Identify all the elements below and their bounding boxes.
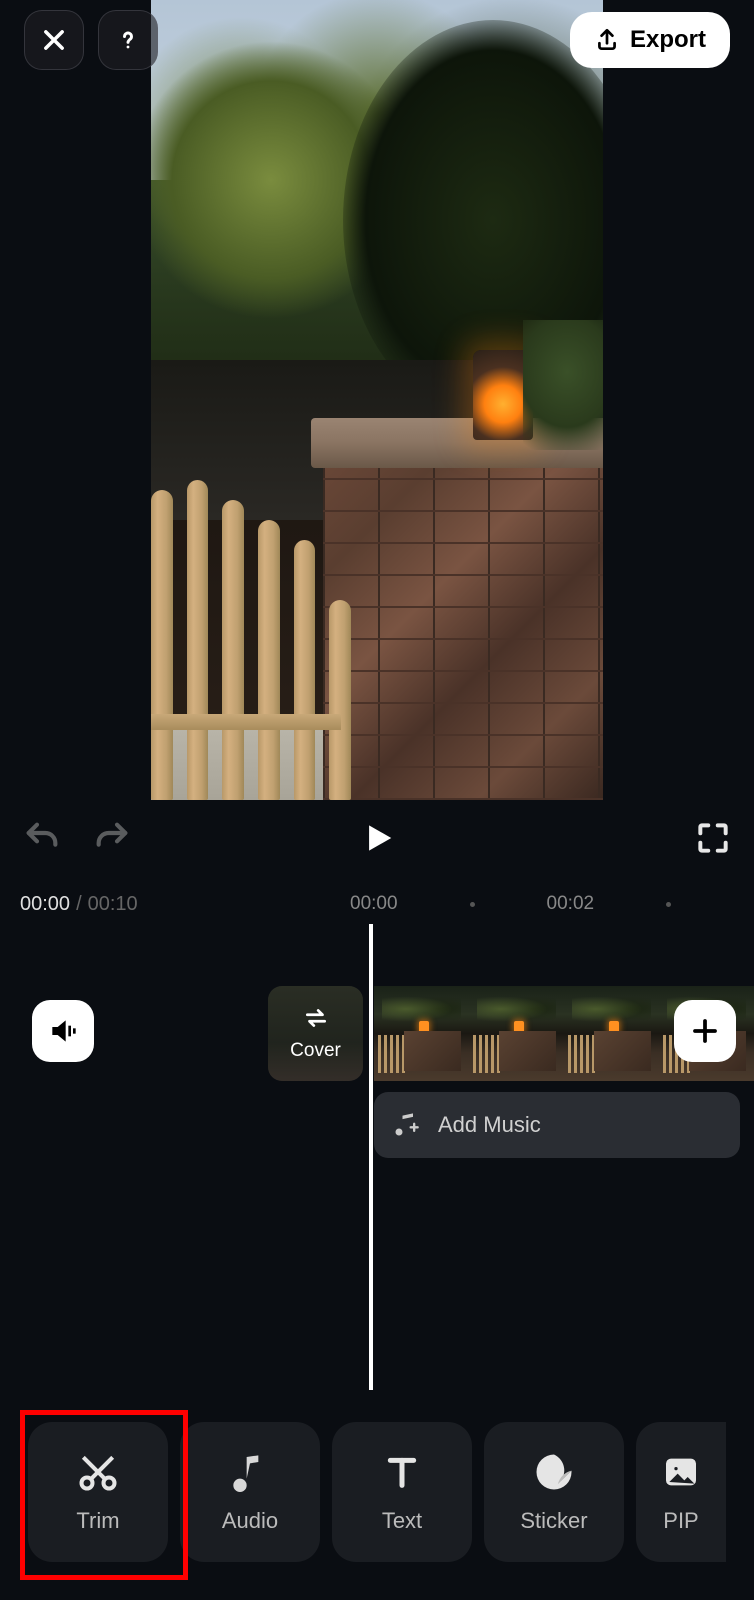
- time-total: 00:10: [88, 893, 138, 916]
- play-icon: [358, 819, 396, 857]
- tool-label: Trim: [76, 1508, 119, 1534]
- tool-sticker[interactable]: Sticker: [484, 1422, 624, 1562]
- preview-plant: [523, 320, 603, 450]
- tool-label: Text: [382, 1508, 422, 1534]
- music-plus-icon: [392, 1111, 420, 1139]
- timeline-area[interactable]: Cover Add Music: [0, 930, 754, 1390]
- video-preview[interactable]: [151, 0, 603, 800]
- text-icon: [380, 1450, 424, 1494]
- add-clip-button[interactable]: [674, 1000, 736, 1062]
- time-current: 00:00: [20, 893, 70, 916]
- mute-button[interactable]: [32, 1000, 94, 1062]
- help-icon: [114, 26, 142, 54]
- tool-label: Audio: [222, 1508, 278, 1534]
- fullscreen-icon: [694, 819, 732, 857]
- tool-text[interactable]: Text: [332, 1422, 472, 1562]
- cover-button[interactable]: Cover: [268, 986, 363, 1081]
- preview-fence: [151, 460, 351, 800]
- ruler-tick: 00:02: [547, 893, 595, 915]
- scissors-icon: [76, 1450, 120, 1494]
- export-button[interactable]: Export: [570, 12, 730, 68]
- export-icon: [594, 27, 620, 53]
- redo-button[interactable]: [92, 818, 132, 863]
- export-label: Export: [630, 26, 706, 54]
- close-button[interactable]: [24, 10, 84, 70]
- bottom-toolbar: Trim Audio Text Sticker PIP: [28, 1422, 754, 1562]
- history-controls: [22, 818, 132, 863]
- clip-thumbnail: [469, 986, 564, 1081]
- play-button[interactable]: [358, 819, 396, 862]
- fullscreen-button[interactable]: [694, 819, 732, 862]
- tool-label: PIP: [663, 1508, 698, 1534]
- clip-thumbnail: [564, 986, 659, 1081]
- sticker-icon: [532, 1450, 576, 1494]
- ruler-dot: [470, 902, 475, 907]
- tool-audio[interactable]: Audio: [180, 1422, 320, 1562]
- close-icon: [40, 26, 68, 54]
- cover-label: Cover: [290, 1040, 341, 1062]
- tool-pip[interactable]: PIP: [636, 1422, 726, 1562]
- music-note-icon: [228, 1450, 272, 1494]
- timeline-ruler: 00:00 00:02: [350, 893, 754, 915]
- ruler-dot: [666, 902, 671, 907]
- time-separator: /: [76, 893, 82, 916]
- clip-thumbnail: [374, 986, 469, 1081]
- undo-icon: [22, 818, 62, 858]
- top-bar: Export: [0, 8, 754, 72]
- ruler-tick: 00:00: [350, 893, 398, 915]
- speaker-icon: [47, 1015, 79, 1047]
- swap-icon: [303, 1005, 329, 1036]
- image-icon: [659, 1450, 703, 1494]
- tool-trim[interactable]: Trim: [28, 1422, 168, 1562]
- time-row: 00:00 / 00:10 00:00 00:02: [0, 890, 754, 918]
- top-left-buttons: [24, 10, 158, 70]
- help-button[interactable]: [98, 10, 158, 70]
- playhead[interactable]: [369, 924, 373, 1390]
- redo-icon: [92, 818, 132, 858]
- add-music-button[interactable]: Add Music: [374, 1092, 740, 1158]
- plus-icon: [690, 1016, 720, 1046]
- playback-bar: [0, 808, 754, 872]
- preview-brick-wall: [323, 450, 603, 800]
- add-music-label: Add Music: [438, 1112, 541, 1138]
- tool-label: Sticker: [520, 1508, 587, 1534]
- undo-button[interactable]: [22, 818, 62, 863]
